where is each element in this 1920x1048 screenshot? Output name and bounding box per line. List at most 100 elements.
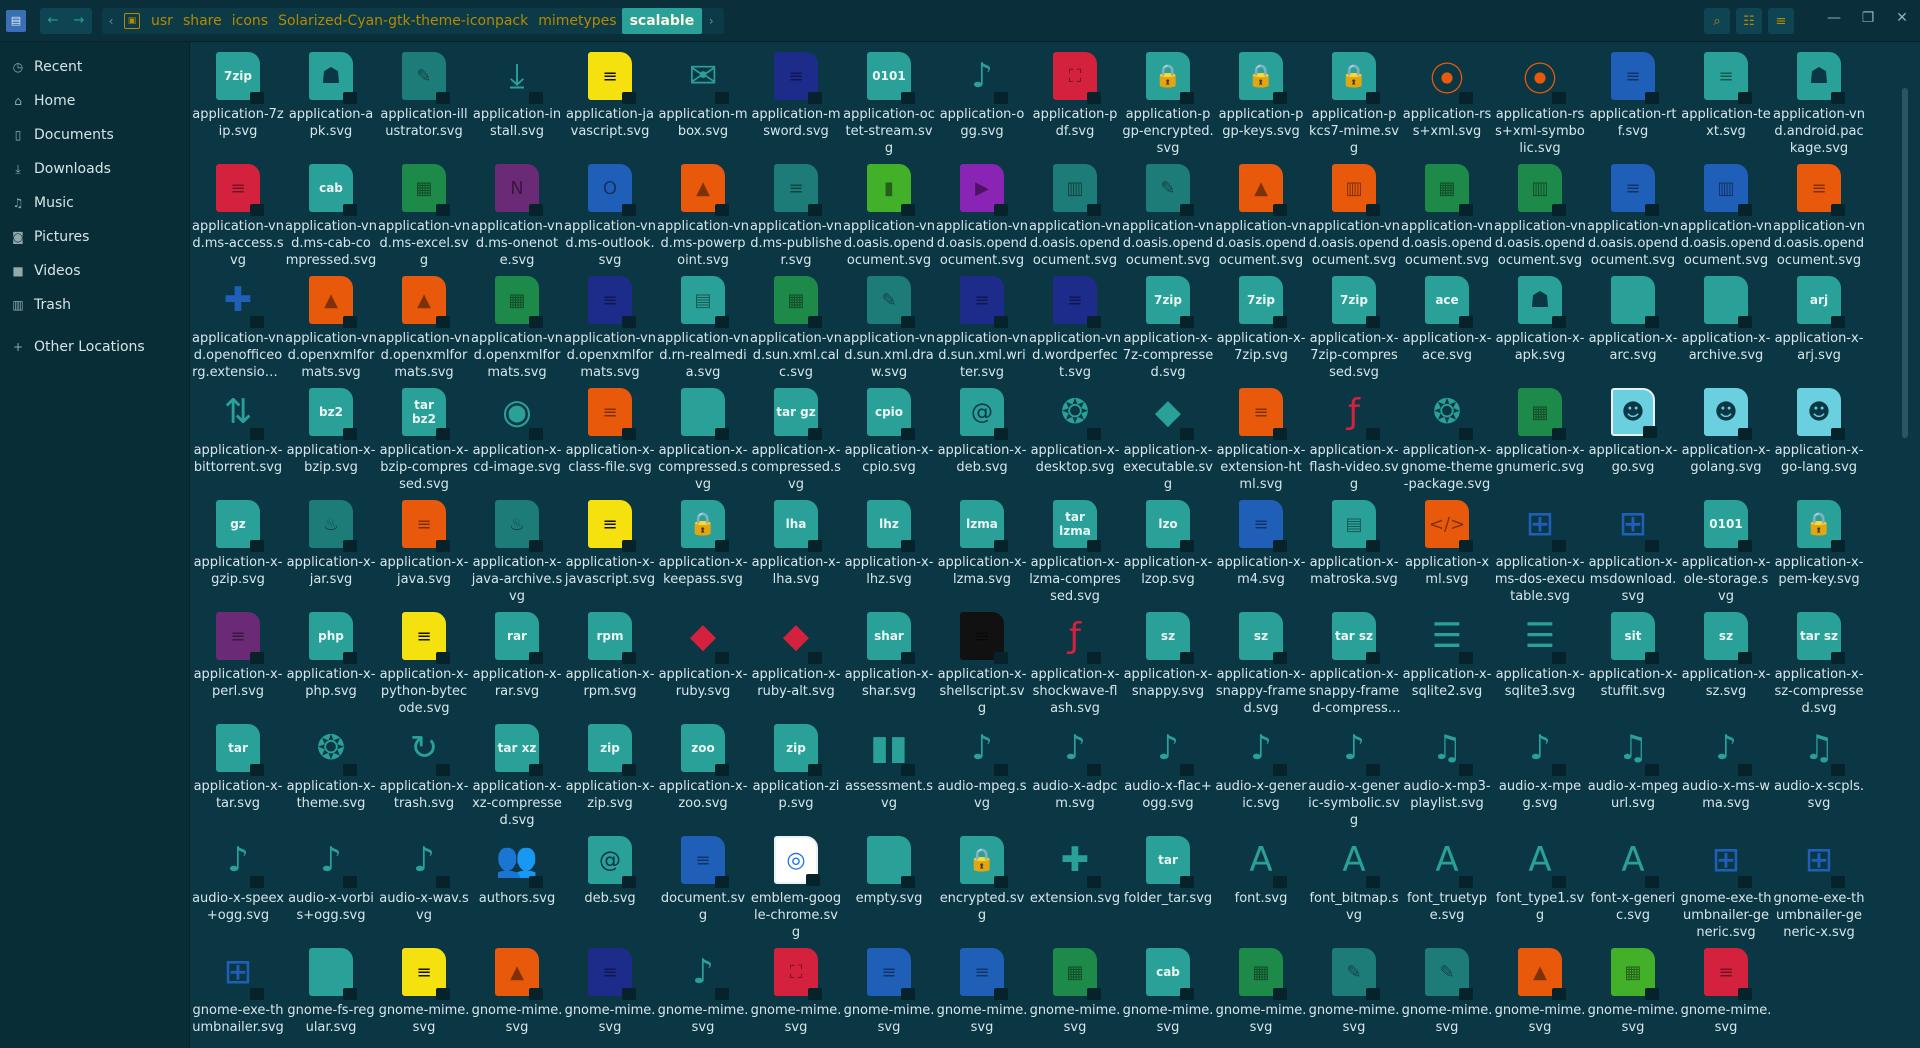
file-item[interactable]: ◎ emblem-google-chrome.svg: [750, 826, 842, 941]
file-item[interactable]: ≡ gnome-mime.svg: [378, 938, 470, 1036]
file-item[interactable]: ⇅ application-x-bittorrent.svg: [192, 378, 284, 476]
file-item[interactable]: ▤ application-x-matroska.svg: [1308, 490, 1400, 588]
file-item[interactable]: tar bz2 application-x-bzip-compressed.svg: [378, 378, 470, 493]
file-item[interactable]: Afont.svg: [1215, 826, 1307, 907]
file-item[interactable]: ◉ application-x-cd-image.svg: [471, 378, 563, 476]
sidebar-item-trash[interactable]: ▥ Trash: [0, 288, 189, 322]
file-item[interactable]: ☰ application-x-sqlite3.svg: [1494, 602, 1586, 700]
file-item[interactable]: Afont-x-generic.svg: [1587, 826, 1679, 924]
file-item[interactable]: ≡ application-x-extension-html.svg: [1215, 378, 1307, 493]
file-item[interactable]: tar sz application-x-sz-compressed.svg: [1773, 602, 1865, 717]
file-item[interactable]: ♪ audio-x-flac+ogg.svg: [1122, 714, 1214, 812]
file-item[interactable]: ⊞ gnome-exe-thumbnailer.svg: [192, 938, 284, 1036]
file-item[interactable]: ♫ audio-x-scpls.svg: [1773, 714, 1865, 812]
file-item[interactable]: ≡ application-text.svg: [1680, 42, 1772, 140]
forward-arrow-icon[interactable]: →: [66, 8, 92, 34]
file-item[interactable]: ƒ application-x-flash-video.svg: [1308, 378, 1400, 493]
file-item[interactable]: rpm application-x-rpm.svg: [564, 602, 656, 700]
file-item[interactable]: ≡ application-x-java.svg: [378, 490, 470, 588]
file-item[interactable]: ▦ gnome-mime.svg: [1029, 938, 1121, 1036]
file-item[interactable]: 7zip application-7zip.svg: [192, 42, 284, 140]
path-scroll-right-icon[interactable]: ›: [702, 14, 720, 28]
file-item[interactable]: ◆ application-x-executable.svg: [1122, 378, 1214, 493]
file-item[interactable]: ▦ gnome-mime.svg: [1215, 938, 1307, 1036]
file-item[interactable]: ▦ application-vnd.openxmlformats.svg: [471, 266, 563, 381]
file-item[interactable]: ✎ gnome-mime.svg: [1401, 938, 1493, 1036]
file-item[interactable]: tar lzma application-x-lzma-compressed.sv…: [1029, 490, 1121, 605]
file-item[interactable]: ▦ application-x-gnumeric.svg: [1494, 378, 1586, 476]
file-item[interactable]: @ application-x-deb.svg: [936, 378, 1028, 476]
file-item[interactable]: cab gnome-mime.svg: [1122, 938, 1214, 1036]
file-item[interactable]: 👥 authors.svg: [471, 826, 563, 907]
file-item[interactable]: ♪ gnome-mime.svg: [657, 938, 749, 1036]
file-item[interactable]: ⛶ gnome-mime.svg: [750, 938, 842, 1036]
file-item[interactable]: ♪ audio-x-ms-wma.svg: [1680, 714, 1772, 812]
file-item[interactable]: tar application-x-tar.svg: [192, 714, 284, 812]
file-item[interactable]: ≡ application-vnd.oasis.opendocument.svg: [1773, 154, 1865, 269]
file-item[interactable]: 🔒 application-x-keepass.svg: [657, 490, 749, 588]
file-item[interactable]: 0101 application-x-ole-storage.svg: [1680, 490, 1772, 605]
file-item[interactable]: tar folder_tar.svg: [1122, 826, 1214, 907]
file-item[interactable]: 7zip application-x-7zip-compressed.svg: [1308, 266, 1400, 381]
file-item[interactable]: ⊞ application-x-msdownload.svg: [1587, 490, 1679, 605]
file-item[interactable]: ♪ audio-x-vorbis+ogg.svg: [285, 826, 377, 924]
sidebar-item-other-locations[interactable]: + Other Locations: [0, 330, 189, 364]
file-item[interactable]: ❂ application-x-gnome-theme-package.svg: [1401, 378, 1493, 493]
file-item[interactable]: ✎ application-vnd.oasis.opendocument.svg: [1122, 154, 1214, 269]
file-item[interactable]: cpio application-x-cpio.svg: [843, 378, 935, 476]
file-item[interactable]: ≡ application-msword.svg: [750, 42, 842, 140]
file-item[interactable]: ace application-x-ace.svg: [1401, 266, 1493, 364]
sidebar-item-pictures[interactable]: ◙ Pictures: [0, 220, 189, 254]
back-arrow-icon[interactable]: ←: [40, 8, 66, 34]
file-item[interactable]: ↻ application-x-trash.svg: [378, 714, 470, 812]
file-item[interactable]: ♨ application-x-java-archive.svg: [471, 490, 563, 605]
drive-icon[interactable]: ▣: [124, 12, 140, 29]
file-item[interactable]: ♪ audio-x-wav.svg: [378, 826, 470, 924]
close-icon[interactable]: ✕: [1894, 10, 1910, 26]
file-item[interactable]: empty.svg: [843, 826, 935, 907]
file-item[interactable]: 🔒 encrypted.svg: [936, 826, 1028, 924]
minimize-icon[interactable]: —: [1826, 10, 1842, 26]
file-item[interactable]: ⤓ application-install.svg: [471, 42, 563, 140]
file-item[interactable]: ◆ application-x-ruby-alt.svg: [750, 602, 842, 700]
file-item[interactable]: Afont_type1.svg: [1494, 826, 1586, 924]
view-list-icon[interactable]: ☷: [1736, 8, 1762, 34]
file-item[interactable]: ≡ application-x-class-file.svg: [564, 378, 656, 476]
file-item[interactable]: ▥ application-vnd.oasis.opendocument.svg: [1029, 154, 1121, 269]
file-item[interactable]: ≡ gnome-mime.svg: [936, 938, 1028, 1036]
breadcrumb-usr[interactable]: usr: [146, 8, 178, 34]
file-item[interactable]: ❂ application-x-theme.svg: [285, 714, 377, 812]
file-item[interactable]: ≡ application-javascript.svg: [564, 42, 656, 140]
breadcrumb-iconpack[interactable]: Solarized-Cyan-gtk-theme-iconpack: [273, 8, 533, 34]
file-item[interactable]: zip application-x-zip.svg: [564, 714, 656, 812]
file-item[interactable]: ▮▮ assessment.svg: [843, 714, 935, 812]
breadcrumb-share[interactable]: share: [178, 8, 227, 34]
file-item[interactable]: ✚ extension.svg: [1029, 826, 1121, 907]
file-item[interactable]: ▶ application-vnd.oasis.opendocument.svg: [936, 154, 1028, 269]
file-item[interactable]: ≡ application-vnd.ms-publisher.svg: [750, 154, 842, 269]
file-item[interactable]: gnome-fs-regular.svg: [285, 938, 377, 1036]
file-item[interactable]: ♪ audio-x-generic.svg: [1215, 714, 1307, 812]
file-item[interactable]: ▲ application-vnd.openxmlformats.svg: [285, 266, 377, 381]
file-item[interactable]: 7zip application-x-7z-compressed.svg: [1122, 266, 1214, 381]
file-item[interactable]: ≡ application-vnd.ms-access.svg: [192, 154, 284, 269]
file-item[interactable]: cab application-vnd.ms-cab-compressed.svg: [285, 154, 377, 269]
file-item[interactable]: ☻ application-x-golang.svg: [1680, 378, 1772, 476]
file-item[interactable]: ♫ audio-x-mpegurl.svg: [1587, 714, 1679, 812]
file-item[interactable]: 🔒 application-pgp-keys.svg: [1215, 42, 1307, 140]
file-item[interactable]: ≡ application-vnd.sun.xml.writer.svg: [936, 266, 1028, 381]
file-item[interactable]: ≡ application-vnd.openxmlformats.svg: [564, 266, 656, 381]
sidebar-item-recent[interactable]: ◷ Recent: [0, 50, 189, 84]
file-item[interactable]: application-x-compressed.svg: [657, 378, 749, 493]
file-item[interactable]: ≡ application-x-shellscript.svg: [936, 602, 1028, 717]
maximize-icon[interactable]: ❐: [1860, 10, 1876, 26]
sidebar-item-videos[interactable]: ■ Videos: [0, 254, 189, 288]
path-scroll-left-icon[interactable]: ‹: [102, 14, 120, 28]
file-item[interactable]: rar application-x-rar.svg: [471, 602, 563, 700]
file-item[interactable]: ♪ application-ogg.svg: [936, 42, 1028, 140]
file-item[interactable]: @ deb.svg: [564, 826, 656, 907]
sidebar-item-home[interactable]: ⌂ Home: [0, 84, 189, 118]
file-item[interactable]: ☻ application-x-go-lang.svg: [1773, 378, 1865, 476]
file-item[interactable]: ⊞ gnome-exe-thumbnailer-generic-x.svg: [1773, 826, 1865, 941]
file-item[interactable]: gz application-x-gzip.svg: [192, 490, 284, 588]
